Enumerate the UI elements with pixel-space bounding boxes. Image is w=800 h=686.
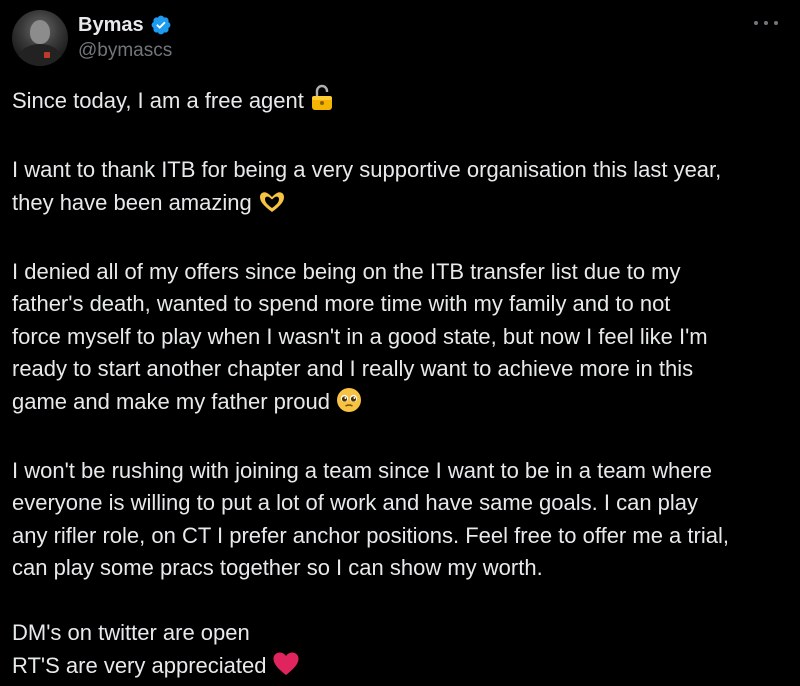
tweet-line-text: game and make my father proud xyxy=(12,389,330,414)
tweet-paragraph: Since today, I am a free agent xyxy=(12,84,792,122)
tweet-line: can play some pracs together so I can sh… xyxy=(12,552,792,585)
tweet-line: I won't be rushing with joining a team s… xyxy=(12,455,792,488)
tweet-line: I denied all of my offers since being on… xyxy=(12,256,792,289)
tweet-line-text: everyone is willing to put a lot of work… xyxy=(12,490,698,515)
tweet-line: force myself to play when I wasn't in a … xyxy=(12,321,792,354)
pleading-face-icon xyxy=(336,387,362,423)
tweet-line-text: Since today, I am a free agent xyxy=(12,88,304,113)
tweet-header: Bymas @bymascs xyxy=(12,10,172,66)
tweet-line-text: DM's on twitter are open xyxy=(12,620,250,645)
author-handle[interactable]: @bymascs xyxy=(78,39,172,63)
more-options-icon[interactable] xyxy=(754,14,778,32)
tweet-line: DM's on twitter are open xyxy=(12,617,792,650)
tweet-line-text: I denied all of my offers since being on… xyxy=(12,259,681,284)
tweet-line: I want to thank ITB for being a very sup… xyxy=(12,154,792,187)
tweet-line: game and make my father proud xyxy=(12,386,792,423)
tweet-text: Since today, I am a free agent I want to … xyxy=(12,84,792,686)
tweet-paragraph: DM's on twitter are open RT'S are very ap… xyxy=(12,617,792,686)
tweet-line-text: I won't be rushing with joining a team s… xyxy=(12,458,712,483)
tweet-line-text: can play some pracs together so I can sh… xyxy=(12,555,543,580)
verified-badge-icon[interactable] xyxy=(150,14,172,36)
display-name[interactable]: Bymas xyxy=(78,13,144,37)
avatar[interactable] xyxy=(12,10,68,66)
tweet-line-text: they have been amazing xyxy=(12,190,252,215)
tweet-line-text: force myself to play when I wasn't in a … xyxy=(12,324,708,349)
tweet-line-text: any rifler role, on CT I prefer anchor p… xyxy=(12,523,729,548)
tweet-line: father's death, wanted to spend more tim… xyxy=(12,288,792,321)
author-names: Bymas @bymascs xyxy=(78,13,172,63)
tweet-line: everyone is willing to put a lot of work… xyxy=(12,487,792,520)
tweet-paragraph: I want to thank ITB for being a very sup… xyxy=(12,154,792,223)
tweet-card: Bymas @bymascs Since today, I am a free … xyxy=(0,0,800,681)
heart-hands-icon xyxy=(258,190,286,224)
tweet-line-text: RT'S are very appreciated xyxy=(12,653,266,678)
tweet-line-text: father's death, wanted to spend more tim… xyxy=(12,291,670,316)
tweet-line-text: ready to start another chapter and I rea… xyxy=(12,356,693,381)
display-name-row: Bymas xyxy=(78,13,172,37)
tweet-line: they have been amazing xyxy=(12,187,792,224)
tweet-line: Since today, I am a free agent xyxy=(12,84,792,122)
open-lock-icon xyxy=(310,84,334,122)
tweet-paragraph: I won't be rushing with joining a team s… xyxy=(12,455,792,585)
tweet-line: ready to start another chapter and I rea… xyxy=(12,353,792,386)
tweet-line-text: I want to thank ITB for being a very sup… xyxy=(12,157,721,182)
tweet-paragraph: I denied all of my offers since being on… xyxy=(12,256,792,423)
tweet-line: any rifler role, on CT I prefer anchor p… xyxy=(12,520,792,553)
